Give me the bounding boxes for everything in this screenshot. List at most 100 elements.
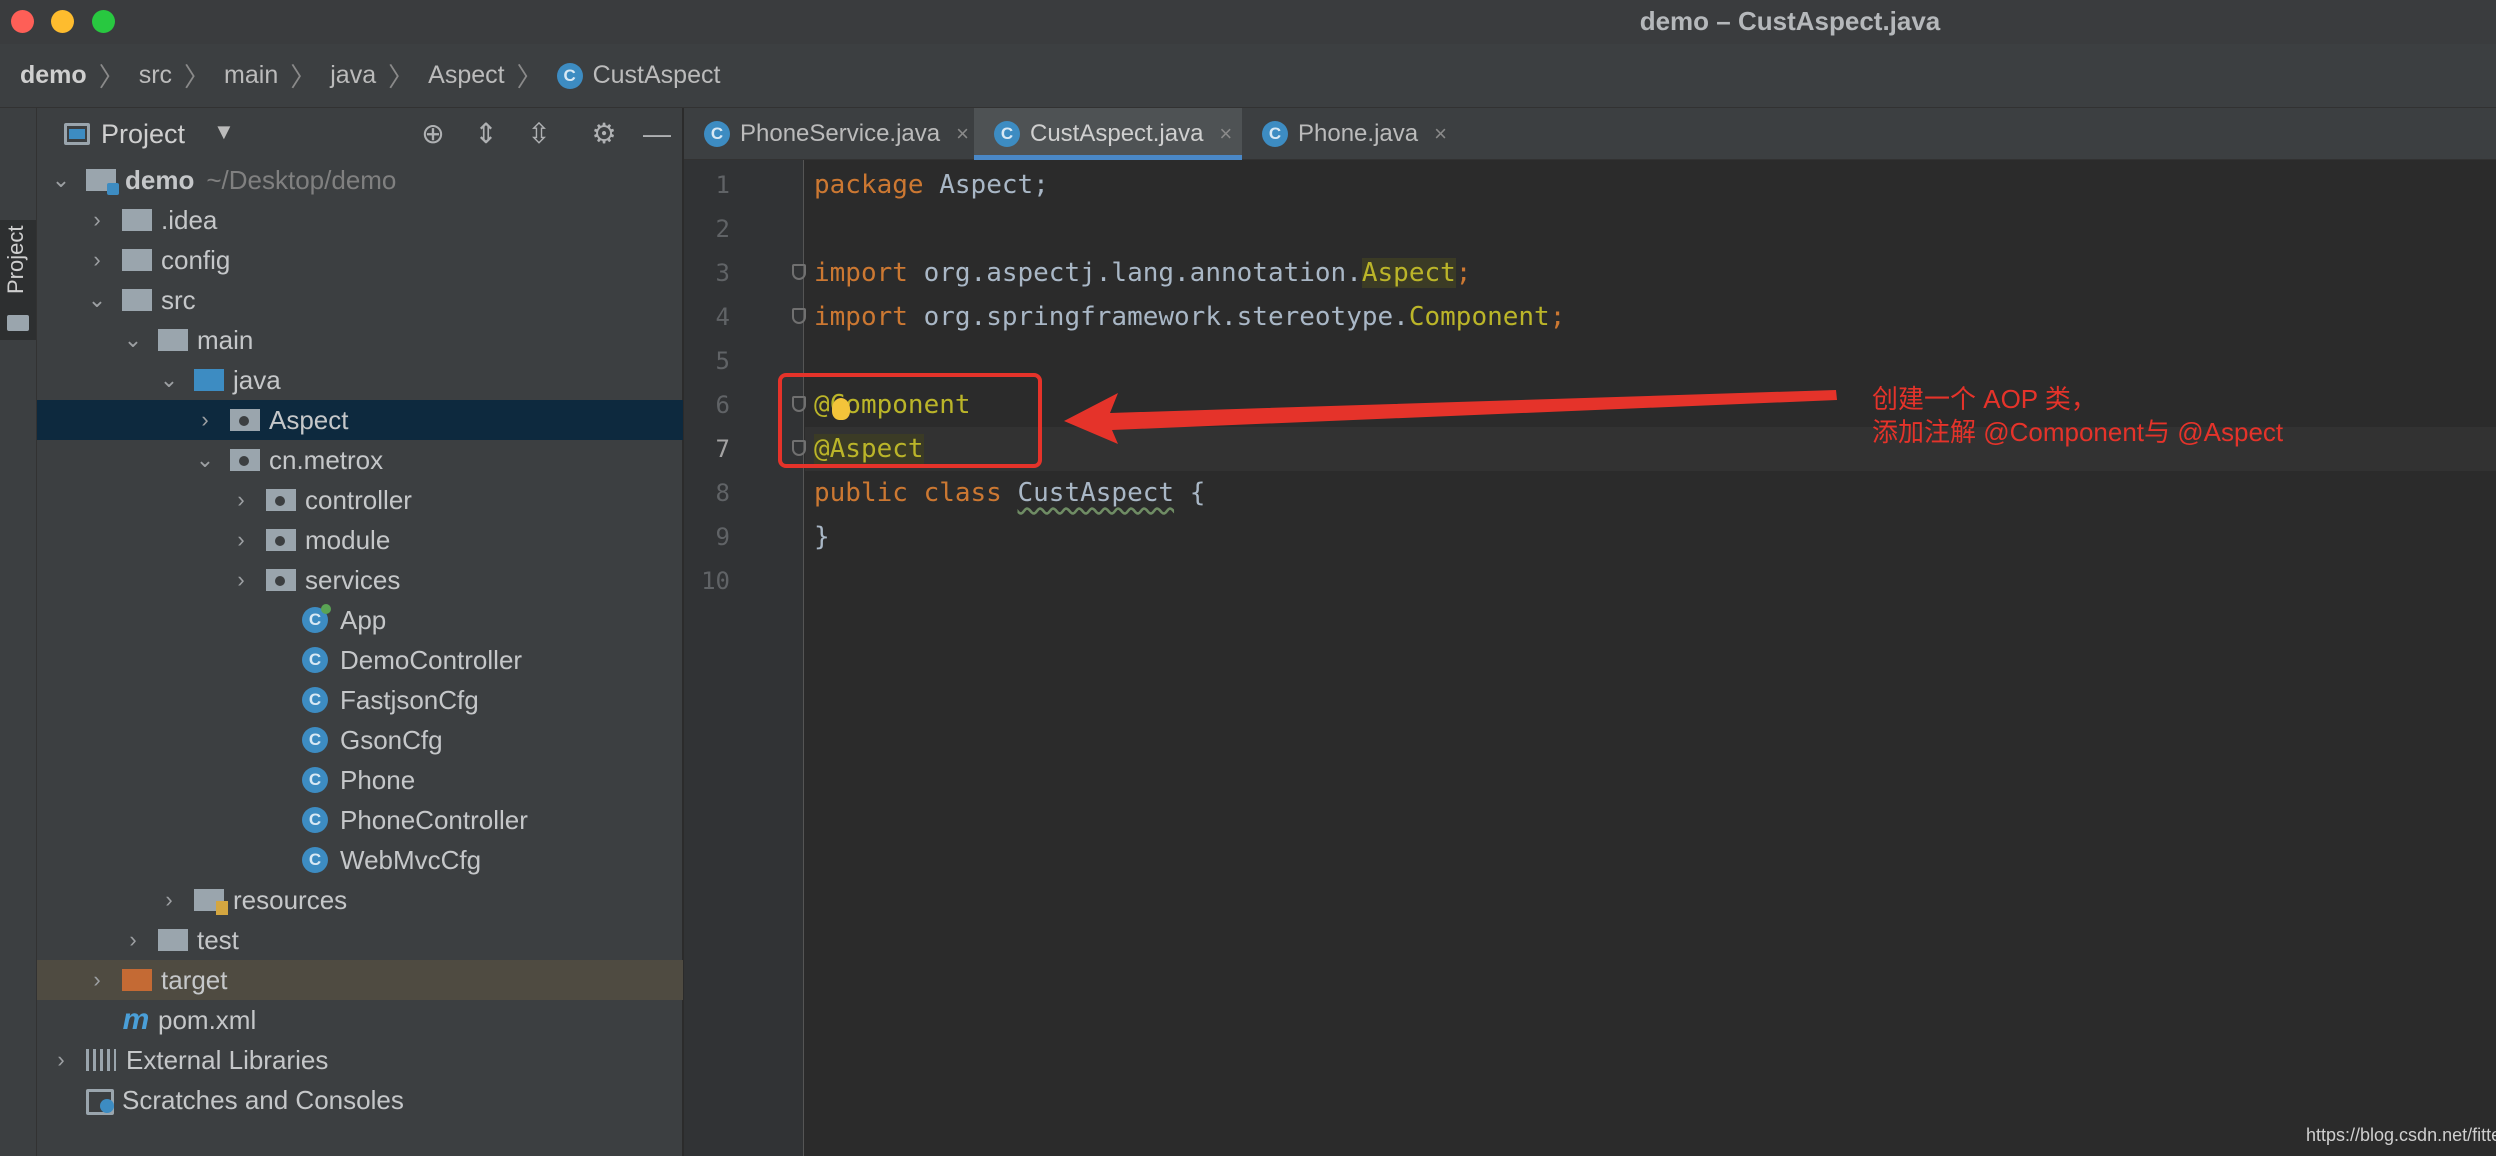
- hide-panel-icon[interactable]: —: [641, 118, 673, 150]
- code-token: org.aspectj.lang.annotation.: [907, 258, 1362, 288]
- breadcrumb-item-src[interactable]: src: [139, 61, 172, 90]
- tree-item-src[interactable]: ⌄ src: [37, 280, 683, 320]
- tree-item-phone[interactable]: C Phone: [37, 760, 683, 800]
- tree-item-gsoncfg[interactable]: C GsonCfg: [37, 720, 683, 760]
- package-icon: [266, 489, 296, 511]
- tree-item-target[interactable]: › target: [37, 960, 683, 1000]
- project-view-icon: [64, 123, 90, 145]
- breadcrumb-item-main[interactable]: main: [224, 61, 278, 90]
- java-class-icon: C: [302, 847, 328, 873]
- tree-item-fastjsoncfg[interactable]: C FastjsonCfg: [37, 680, 683, 720]
- tree-item-pom-xml[interactable]: m pom.xml: [37, 1000, 683, 1040]
- chevron-right-icon[interactable]: ›: [230, 489, 252, 511]
- tree-item-services[interactable]: › services: [37, 560, 683, 600]
- tree-item-phonecontroller[interactable]: C PhoneController: [37, 800, 683, 840]
- tab-phone[interactable]: C Phone.java ×: [1242, 108, 1462, 160]
- close-icon[interactable]: ×: [1434, 121, 1447, 147]
- close-icon[interactable]: ×: [1219, 121, 1232, 147]
- breadcrumb-item-demo[interactable]: demo: [20, 61, 87, 90]
- java-class-icon: C: [302, 687, 328, 713]
- minimize-window-button[interactable]: [51, 10, 74, 33]
- package-icon: [266, 569, 296, 591]
- fold-marker-icon[interactable]: [792, 264, 806, 280]
- chevron-right-icon[interactable]: ›: [86, 249, 108, 271]
- chevron-right-icon[interactable]: ›: [230, 529, 252, 551]
- chevron-down-icon[interactable]: ⌄: [194, 449, 216, 471]
- gear-icon[interactable]: ⚙: [588, 118, 620, 150]
- folder-icon: [158, 929, 188, 951]
- tree-item-label: controller: [305, 484, 412, 515]
- tree-item-label: Phone: [340, 764, 416, 795]
- breadcrumb-item-java[interactable]: java: [330, 61, 376, 90]
- chevron-down-icon[interactable]: ▼: [213, 119, 235, 145]
- package-icon: [230, 409, 260, 431]
- fold-marker-icon[interactable]: [792, 308, 806, 324]
- tree-item-resources[interactable]: › resources: [37, 880, 683, 920]
- code-token: ;: [1455, 258, 1472, 288]
- chevron-down-icon[interactable]: ⌄: [158, 369, 180, 391]
- tab-custaspect[interactable]: C CustAspect.java ×: [974, 108, 1242, 160]
- locate-file-icon[interactable]: ⊕: [417, 118, 449, 150]
- code-line-1: package Aspect;: [814, 163, 1049, 207]
- annotation-line-1: 创建一个 AOP 类，: [1872, 384, 2097, 414]
- class-token: Aspect: [1361, 258, 1456, 288]
- chevron-down-icon[interactable]: ⌄: [122, 329, 144, 351]
- breadcrumb-item-aspect[interactable]: Aspect: [428, 61, 504, 90]
- chevron-right-icon[interactable]: ›: [86, 969, 108, 991]
- tree-item-cn-metrox[interactable]: ⌄ cn.metrox: [37, 440, 683, 480]
- tree-item-main[interactable]: ⌄ main: [37, 320, 683, 360]
- chevron-down-icon[interactable]: ⌄: [50, 169, 72, 191]
- package-icon: [266, 529, 296, 551]
- chevron-right-icon[interactable]: ›: [86, 209, 108, 231]
- tree-item-demo[interactable]: ⌄ demo ~/Desktop/demo: [37, 160, 683, 200]
- editor-tabs: C PhoneService.java × C CustAspect.java …: [684, 108, 2496, 160]
- title-bar: demo – CustAspect.java: [0, 0, 2496, 44]
- chevron-right-icon[interactable]: ›: [50, 1049, 72, 1071]
- close-window-button[interactable]: [11, 10, 34, 33]
- java-class-icon: C: [994, 121, 1020, 147]
- chevron-right-icon[interactable]: ›: [158, 889, 180, 911]
- tree-item-config[interactable]: › config: [37, 240, 683, 280]
- code-token: }: [814, 522, 830, 552]
- tree-item-webmvccfg[interactable]: C WebMvcCfg: [37, 840, 683, 880]
- chevron-right-icon: 〉: [290, 62, 317, 92]
- tree-item-controller[interactable]: › controller: [37, 480, 683, 520]
- tree-item-democontroller[interactable]: C DemoController: [37, 640, 683, 680]
- keyword-token: import: [814, 302, 908, 332]
- tree-item-label: pom.xml: [158, 1004, 257, 1035]
- breadcrumb-item-custaspect[interactable]: CustAspect: [593, 61, 721, 90]
- tree-item-path: ~/Desktop/demo: [206, 164, 397, 195]
- tree-item-module[interactable]: › module: [37, 520, 683, 560]
- tree-item-label: resources: [233, 884, 348, 915]
- annotation-arrow: [1064, 390, 1837, 444]
- tree-item-test[interactable]: › test: [37, 920, 683, 960]
- tree-item-external-libraries[interactable]: › External Libraries: [37, 1040, 683, 1080]
- tree-item-label: cn.metrox: [269, 444, 384, 475]
- tree-item-idea[interactable]: › .idea: [37, 200, 683, 240]
- tree-item-label: FastjsonCfg: [340, 684, 479, 715]
- tree-item-app[interactable]: C App: [37, 600, 683, 640]
- chevron-right-icon: 〉: [98, 62, 125, 92]
- project-tool-label: Project: [3, 225, 28, 294]
- expand-all-icon[interactable]: ⇕: [470, 118, 502, 150]
- collapse-all-icon[interactable]: ⇳: [523, 118, 555, 150]
- tree-item-java[interactable]: ⌄ java: [37, 360, 683, 400]
- tree-item-scratches[interactable]: Scratches and Consoles: [37, 1080, 683, 1120]
- line-number: 9: [715, 523, 730, 551]
- chevron-down-icon[interactable]: ⌄: [86, 289, 108, 311]
- keyword-token: import: [814, 258, 908, 288]
- tab-phoneservice[interactable]: C PhoneService.java ×: [684, 108, 974, 160]
- tree-item-label: App: [340, 604, 387, 635]
- java-class-icon: C: [302, 727, 328, 753]
- tree-item-aspect[interactable]: › Aspect: [37, 400, 683, 440]
- code-line-3: import org.aspectj.lang.annotation.Aspec…: [814, 251, 1471, 295]
- chevron-right-icon[interactable]: ›: [230, 569, 252, 591]
- tree-item-label: WebMvcCfg: [340, 844, 482, 875]
- zoom-window-button[interactable]: [92, 10, 115, 33]
- chevron-right-icon[interactable]: ›: [122, 929, 144, 951]
- source-folder-icon: [194, 369, 224, 391]
- project-panel-title[interactable]: Project: [101, 119, 185, 150]
- chevron-right-icon[interactable]: ›: [194, 409, 216, 431]
- close-icon[interactable]: ×: [956, 121, 969, 147]
- tree-item-label: DemoController: [340, 644, 523, 675]
